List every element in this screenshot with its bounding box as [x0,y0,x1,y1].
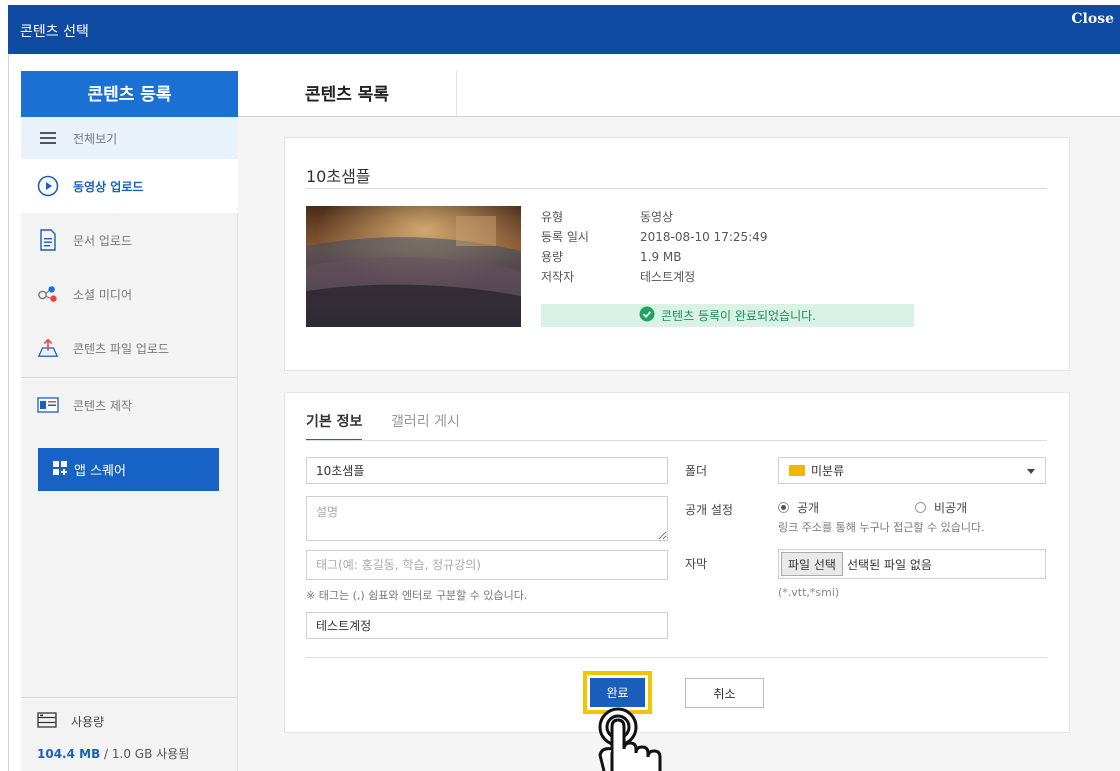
sidebar-item-label: 소셜 미디어 [73,287,133,302]
usage-label: 사용량 [71,715,105,729]
content-name: 10초샘플 [306,167,371,186]
document-icon [37,229,59,251]
sidebar-item-content-create[interactable]: 콘텐츠 제작 [21,378,238,432]
sidebar-item-label: 전체보기 [73,131,118,146]
visibility-public-radio[interactable]: 공개 [778,499,819,516]
success-message: 콘텐츠 등록이 완료되었습니다. [661,309,816,323]
radio-label: 비공개 [934,501,968,515]
title-input[interactable] [306,457,668,484]
sidebar-item-all[interactable]: 전체보기 [21,117,238,159]
sidebar-item-label: 동영상 업로드 [73,179,144,194]
meta-label: 용량 [541,250,564,264]
card-divider [306,188,1047,189]
sidebar-item-label: 문서 업로드 [73,233,133,248]
usage-amount: 104.4 MB / 1.0 GB 사용됨 [37,745,189,762]
meta-row: 유형 동영상 [541,207,767,227]
cancel-button[interactable]: 취소 [685,678,764,708]
app-square-label: 앱 스퀘어 [74,464,126,479]
subtitle-format-note: (*.vtt,*smi) [778,586,840,599]
done-button[interactable]: 완료 [583,671,652,714]
sidebar: 전체보기 동영상 업로드 문서 업로드 소셜 미디어 콘텐츠 파일 업로드 콘텐… [21,117,238,771]
folder-value: 미분류 [811,464,845,478]
author-input[interactable] [306,612,668,639]
upload-icon [37,337,59,359]
meta-value: 동영상 [640,210,674,224]
meta-label: 저작자 [541,270,575,284]
play-circle-icon [37,175,59,197]
social-icon [37,283,59,305]
meta-value: 테스트계정 [640,270,696,284]
sidebar-item-social-media[interactable]: 소셜 미디어 [21,267,238,321]
tag-input[interactable] [306,550,668,580]
check-circle-icon [639,306,655,325]
close-button[interactable]: Close [1071,11,1114,27]
meta-label: 등록 일시 [541,230,589,244]
id-card-icon [37,394,59,416]
sidebar-divider [21,697,238,698]
tab-list[interactable]: 콘텐츠 목록 [238,71,457,117]
tag-help-text: ※ 태그는 (,) 쉼표와 엔터로 구분할 수 있습니다. [306,589,528,602]
visibility-label: 공개 설정 [685,503,733,517]
tap-hand-icon [578,705,673,771]
window-titlebar: 콘텐츠 선택 Close [8,5,1120,54]
subtitle-label: 자막 [685,557,708,571]
content-meta: 유형 동영상 등록 일시 2018-08-10 17:25:49 용량 1.9 MB … [541,207,767,287]
tab-divider [306,440,1047,441]
radio-selected-icon [778,502,789,513]
meta-row: 등록 일시 2018-08-10 17:25:49 [541,227,767,247]
meta-row: 저작자 테스트계정 [541,267,767,287]
tab-basic-info[interactable]: 기본 정보 [306,411,363,441]
success-banner: 콘텐츠 등록이 완료되었습니다. [541,304,914,327]
meta-value: 2018-08-10 17:25:49 [640,230,768,244]
folder-label: 폴더 [685,464,708,478]
content-summary-card: 10초샘플 유형 동영상 등록 일시 2018-08-10 17:25:49 용… [284,137,1070,371]
file-select-button[interactable]: 파일 선택 [781,552,843,576]
tab-gallery-post[interactable]: 갤러리 게시 [391,411,460,431]
sidebar-item-label: 콘텐츠 제작 [73,398,133,413]
description-textarea[interactable] [306,496,668,541]
video-thumbnail [306,206,521,327]
sidebar-item-label: 콘텐츠 파일 업로드 [73,341,169,356]
chevron-down-icon [1027,469,1035,474]
visibility-help-text: 링크 주소를 통해 누구나 접근할 수 있습니다. [778,521,985,534]
meta-row: 용량 1.9 MB [541,247,767,267]
usage-panel: 사용량 104.4 MB / 1.0 GB 사용됨 [37,712,189,762]
radio-label: 공개 [797,501,820,515]
tab-register[interactable]: 콘텐츠 등록 [21,71,238,117]
app-square-button[interactable]: 앱 스퀘어 [38,448,219,491]
sidebar-item-video-upload[interactable]: 동영상 업로드 [21,159,238,213]
sidebar-item-document-upload[interactable]: 문서 업로드 [21,213,238,267]
menu-icon [37,127,59,149]
usage-used: 104.4 MB [37,747,101,761]
folder-icon [789,465,805,476]
file-status: 선택된 파일 없음 [846,557,932,572]
folder-select[interactable]: 미분류 [778,457,1046,484]
meta-value: 1.9 MB [640,250,682,264]
content-form-card: 기본 정보 갤러리 게시 ※ 태그는 (,) 쉼표와 엔터로 구분할 수 있습니… [284,392,1070,733]
meta-label: 유형 [541,210,564,224]
sidebar-item-content-file-upload[interactable]: 콘텐츠 파일 업로드 [21,321,238,375]
grid-plus-icon [52,460,68,480]
form-divider [306,657,1047,658]
visibility-private-radio[interactable]: 비공개 [915,499,967,516]
storage-icon [37,712,57,731]
usage-total: / 1.0 GB 사용됨 [100,747,190,761]
window-title: 콘텐츠 선택 [20,24,89,40]
subtitle-file-input: 파일 선택 선택된 파일 없음 [778,549,1046,579]
radio-unselected-icon [915,502,926,513]
